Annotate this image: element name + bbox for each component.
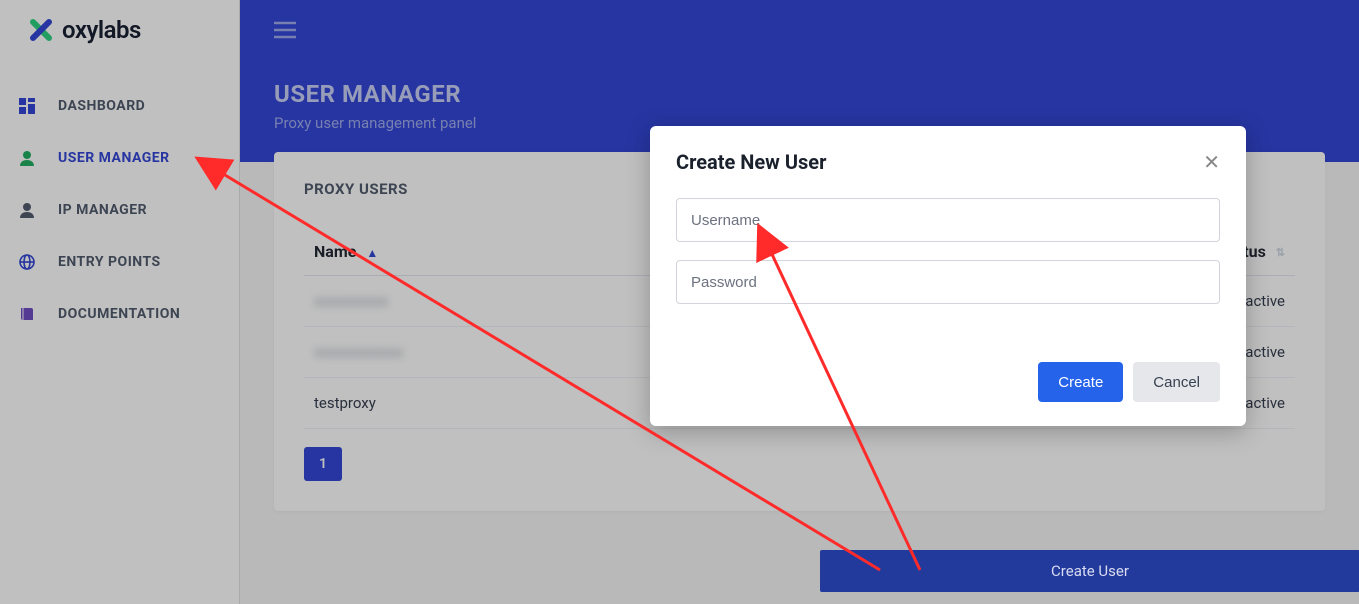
dashboard-icon: [18, 98, 36, 114]
password-input[interactable]: [676, 260, 1220, 304]
sidebar-item-user-manager[interactable]: USER MANAGER: [0, 132, 239, 184]
sort-icon: ⇅: [1276, 246, 1285, 259]
book-icon: [18, 306, 36, 322]
user-icon: [18, 202, 36, 218]
create-user-button[interactable]: Create User: [820, 550, 1359, 592]
sort-asc-icon: ▲: [366, 246, 378, 260]
create-button[interactable]: Create: [1038, 362, 1123, 402]
sidebar-item-entry-points[interactable]: ENTRY POINTS: [0, 236, 239, 288]
topbar: [240, 0, 1359, 60]
logo-text: oxylabs: [62, 16, 141, 44]
globe-icon: [18, 254, 36, 270]
hamburger-icon[interactable]: [274, 21, 296, 39]
sidebar-nav: DASHBOARD USER MANAGER IP MANAGER ENTRY …: [0, 60, 239, 340]
user-name-cell: xxxxxxxxxxxx: [314, 343, 403, 361]
sidebar-item-label: ENTRY POINTS: [58, 254, 161, 270]
user-name-cell: xxxxxxxxxx: [314, 292, 388, 310]
cancel-button[interactable]: Cancel: [1133, 362, 1220, 402]
logo-mark-icon: [28, 17, 54, 43]
user-icon: [18, 150, 36, 166]
sidebar-item-label: DOCUMENTATION: [58, 306, 180, 322]
pagination: 1: [304, 447, 1295, 481]
sidebar-item-dashboard[interactable]: DASHBOARD: [0, 80, 239, 132]
modal-actions: Create Cancel: [676, 362, 1220, 402]
page-title: USER MANAGER: [274, 80, 1325, 108]
username-input[interactable]: [676, 198, 1220, 242]
sidebar: oxylabs DASHBOARD USER MANAGER IP MANAGE…: [0, 0, 240, 604]
sidebar-item-ip-manager[interactable]: IP MANAGER: [0, 184, 239, 236]
sidebar-item-label: USER MANAGER: [58, 150, 170, 166]
page-1-button[interactable]: 1: [304, 447, 342, 481]
sidebar-item-documentation[interactable]: DOCUMENTATION: [0, 288, 239, 340]
sidebar-item-label: DASHBOARD: [58, 98, 145, 114]
modal-header: Create New User ✕: [676, 150, 1220, 174]
user-name-cell: testproxy: [314, 394, 376, 412]
logo: oxylabs: [0, 0, 239, 60]
close-icon[interactable]: ✕: [1203, 152, 1220, 172]
sidebar-item-label: IP MANAGER: [58, 202, 147, 218]
create-user-modal: Create New User ✕ Create Cancel: [650, 126, 1246, 426]
modal-title: Create New User: [676, 150, 826, 174]
